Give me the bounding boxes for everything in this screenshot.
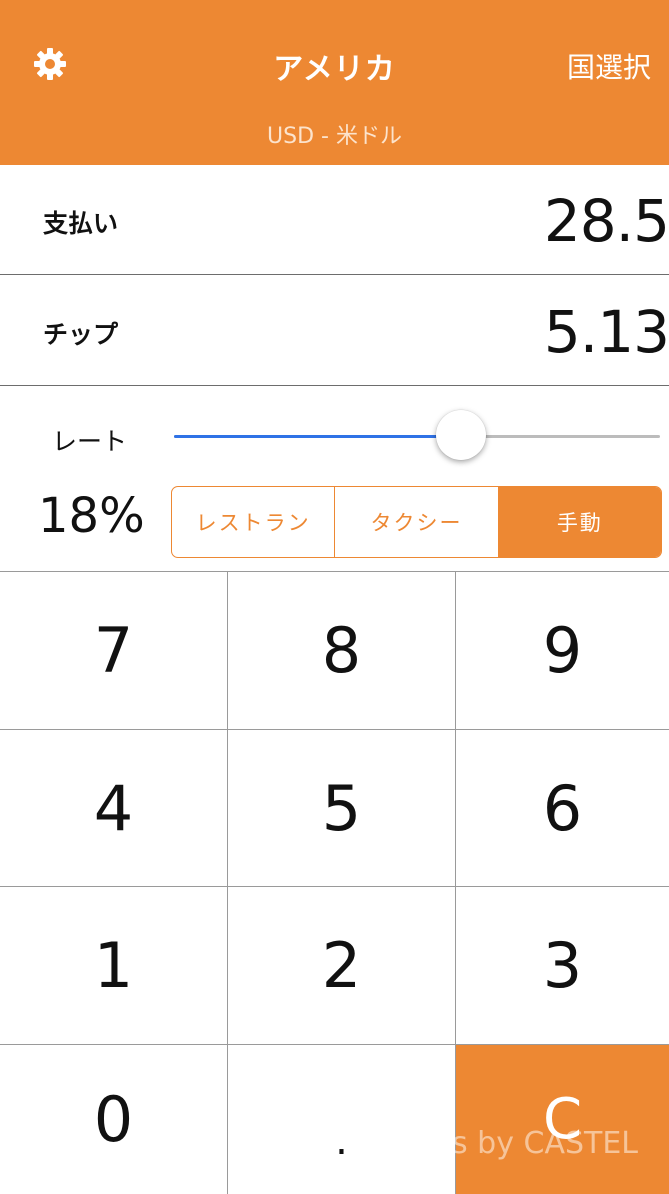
key-0[interactable]: 0 (0, 1045, 228, 1194)
key-5[interactable]: 5 (228, 730, 456, 887)
key-decimal[interactable]: . (228, 1045, 456, 1194)
rate-slider[interactable] (174, 410, 660, 462)
payment-row[interactable]: 支払い 28.5 (0, 165, 669, 275)
key-2[interactable]: 2 (228, 887, 456, 1045)
key-4[interactable]: 4 (0, 730, 228, 887)
key-1[interactable]: 1 (0, 887, 228, 1045)
key-6[interactable]: 6 (456, 730, 669, 887)
tip-amount: 5.13 (543, 298, 669, 366)
currency-label: USD - 米ドル (267, 124, 402, 149)
tip-mode-control: レストラン タクシー 手動 (171, 486, 662, 558)
rate-percentage: 18% (38, 488, 145, 544)
number-keypad: 7 8 9 4 5 6 1 2 3 0 . C (0, 571, 669, 1194)
key-9[interactable]: 9 (456, 572, 669, 730)
clear-button[interactable]: C (456, 1045, 669, 1194)
tip-label: チップ (43, 320, 119, 349)
country-select-button[interactable]: 国選択 (567, 46, 651, 86)
tip-row: チップ 5.13 (0, 276, 669, 386)
key-8[interactable]: 8 (228, 572, 456, 730)
segment-restaurant[interactable]: レストラン (172, 487, 334, 557)
payment-amount: 28.5 (543, 187, 669, 255)
slider-thumb[interactable] (435, 410, 486, 460)
segment-manual[interactable]: 手動 (497, 487, 661, 557)
key-3[interactable]: 3 (456, 887, 669, 1045)
key-7[interactable]: 7 (0, 572, 228, 730)
payment-label: 支払い (43, 209, 119, 238)
slider-fill (174, 435, 461, 438)
segment-taxi[interactable]: タクシー (334, 487, 497, 557)
header-bar: アメリカ 国選択 USD - 米ドル (0, 0, 669, 165)
rate-label: レート (52, 427, 128, 456)
